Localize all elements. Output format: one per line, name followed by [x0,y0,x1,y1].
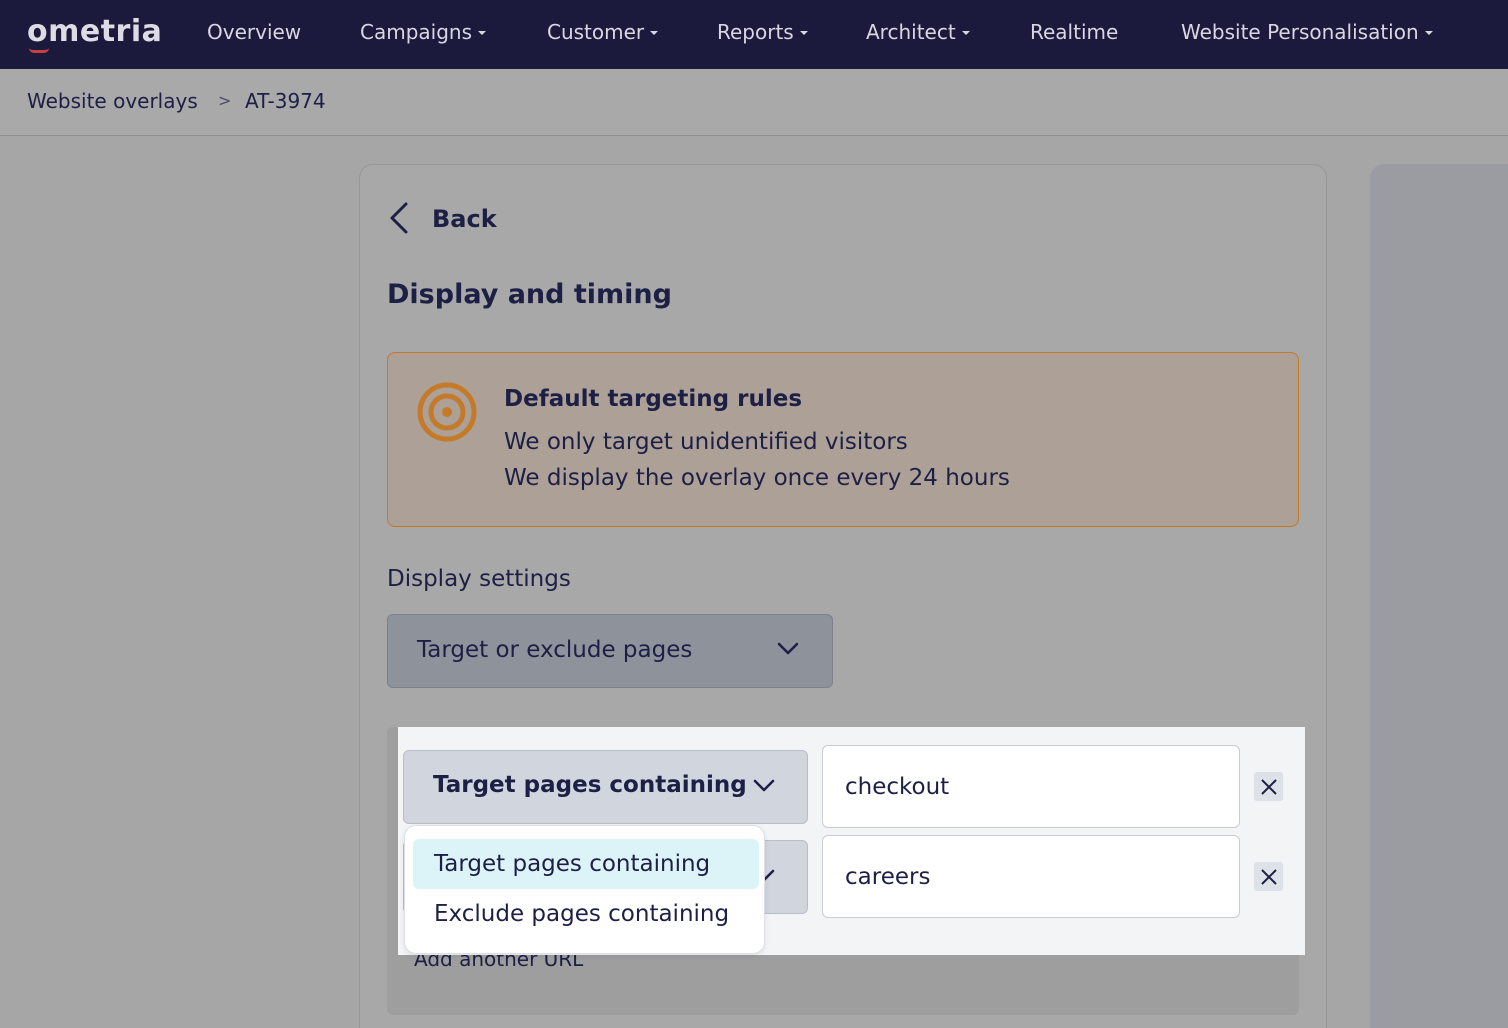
caret-down-icon [650,31,659,35]
ometria-logo[interactable]: ometria [27,14,162,49]
preview-panel [1370,164,1508,1028]
display-settings-label: Display settings [387,566,571,592]
nav-customer[interactable]: Customer [547,20,659,44]
back-button[interactable] [386,200,412,236]
nav-website-personalisation[interactable]: Website Personalisation [1181,20,1433,44]
nav-realtime[interactable]: Realtime [1030,20,1118,44]
notice-title: Default targeting rules [504,386,803,412]
caret-down-icon [478,31,487,35]
breadcrumb: Website overlays > AT-3974 [0,69,1508,136]
back-label[interactable]: Back [432,205,497,233]
display-settings-value: Target or exclude pages [417,637,693,663]
rule-mode-dropdown-menu: Target pages containing Exclude pages co… [404,825,765,954]
nav-reports[interactable]: Reports [717,20,808,44]
dropdown-option-exclude[interactable]: Exclude pages containing [413,889,759,939]
close-icon [1260,868,1277,885]
nav-architect[interactable]: Architect [866,20,970,44]
caret-down-icon [799,31,808,35]
breadcrumb-current: AT-3974 [245,89,326,113]
remove-rule-button[interactable] [1254,772,1283,801]
chevron-down-icon [753,779,775,792]
nav-overview[interactable]: Overview [207,20,301,44]
dropdown-option-target[interactable]: Target pages containing [413,839,759,889]
logo-swoosh [29,48,49,53]
rule-mode-value: Target pages containing [433,772,747,798]
remove-rule-button[interactable] [1254,862,1283,891]
target-icon [417,382,477,442]
chevron-down-icon [777,642,799,655]
breadcrumb-separator: > [218,91,232,110]
nav-campaigns[interactable]: Campaigns [360,20,487,44]
url-input[interactable] [822,835,1240,918]
caret-down-icon [961,31,970,35]
top-navigation: ometria Overview Campaigns Customer Repo… [0,0,1508,69]
chevron-left-icon [390,202,408,234]
url-input[interactable] [822,745,1240,828]
close-icon [1260,778,1277,795]
page-title: Display and timing [387,279,672,310]
notice-line: We display the overlay once every 24 hou… [504,465,1010,491]
notice-line: We only target unidentified visitors [504,429,908,455]
caret-down-icon [1424,31,1433,35]
breadcrumb-parent[interactable]: Website overlays [27,89,198,113]
